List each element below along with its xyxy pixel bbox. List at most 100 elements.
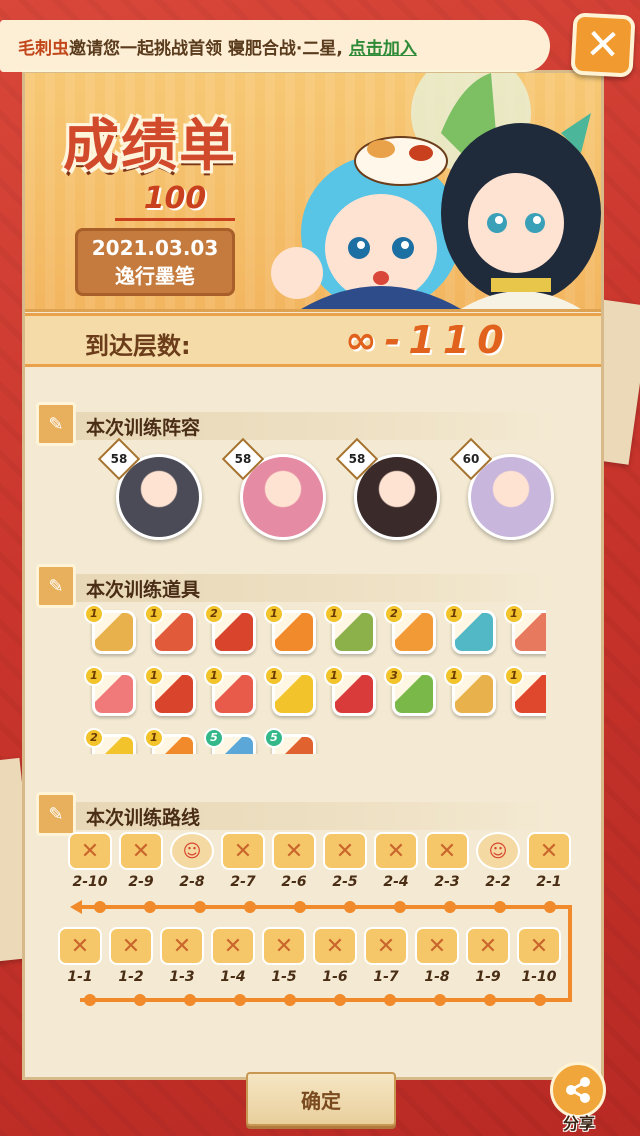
crossed-swords-icon: ✕: [364, 927, 408, 965]
hero-card[interactable]: 58: [97, 437, 202, 544]
item-count: 1: [264, 604, 284, 624]
item-slot[interactable]: 3: [384, 666, 440, 722]
item-count: 1: [504, 666, 524, 686]
pencil-tag-icon: ✎: [36, 564, 76, 608]
item-slot[interactable]: 1: [84, 666, 140, 722]
route-node[interactable]: ✕ 2-6: [268, 832, 320, 902]
hero-level: 58: [234, 452, 252, 466]
route-node[interactable]: ✕ 1-1: [54, 927, 106, 997]
item-slot[interactable]: 1: [144, 728, 200, 754]
route-node[interactable]: ✕ 2-4: [370, 832, 422, 902]
stage-label: 2-10: [72, 874, 108, 890]
item-slot[interactable]: 1: [324, 666, 380, 722]
item-count: 1: [84, 604, 104, 624]
route-section-header: ✎ 本次训练路线: [36, 792, 556, 836]
item-slot[interactable]: 1: [144, 666, 200, 722]
item-count: 1: [324, 604, 344, 624]
route-node[interactable]: ✕ 1-2: [105, 927, 157, 997]
stage-label: 2-2: [485, 874, 511, 890]
stage-label: 2-7: [230, 874, 256, 890]
stage-label: 1-2: [118, 969, 144, 985]
route-node[interactable]: ✕ 2-1: [523, 832, 575, 902]
crossed-swords-icon: ✕: [374, 832, 418, 870]
item-slot[interactable]: 2: [384, 604, 440, 660]
item-slot[interactable]: 1: [324, 604, 380, 660]
item-slot[interactable]: 5: [204, 728, 260, 754]
report-header: 成绩单 100 2021.03.03 逸行墨笔: [25, 73, 601, 312]
crossed-swords-icon: ✕: [211, 927, 255, 965]
score-block: 100: [115, 181, 235, 221]
item-slot[interactable]: 1: [504, 604, 546, 660]
crossed-swords-icon: ✕: [425, 832, 469, 870]
stage-label: 1-5: [271, 969, 297, 985]
crossed-swords-icon: ✕: [415, 927, 459, 965]
share-button[interactable]: 分享: [544, 1062, 614, 1133]
crossed-swords-icon: ✕: [58, 927, 102, 965]
item-count: 1: [444, 666, 464, 686]
item-slot[interactable]: 1: [264, 666, 320, 722]
characters-illustration: [271, 73, 601, 309]
item-count: 1: [444, 604, 464, 624]
item-count: 2: [204, 604, 224, 624]
crossed-swords-icon: ✕: [160, 927, 204, 965]
stage-label: 1-4: [220, 969, 246, 985]
invite-message: 邀请您一起挑战首领 寝肥合战·二星,: [69, 38, 343, 59]
item-slot[interactable]: 1: [444, 604, 500, 660]
route-node[interactable]: ✕ 2-9: [115, 832, 167, 902]
route-node[interactable]: ✕ 2-5: [319, 832, 371, 902]
score-value: 100: [143, 181, 207, 216]
route-node[interactable]: ✕ 2-7: [217, 832, 269, 902]
item-count: 1: [264, 666, 284, 686]
stage-label: 1-1: [67, 969, 93, 985]
crossed-swords-icon: ✕: [109, 927, 153, 965]
route-node[interactable]: ✕ 1-9: [462, 927, 514, 997]
inviter-name: 毛刺虫: [18, 38, 69, 59]
item-slot[interactable]: 5: [264, 728, 320, 754]
crossed-swords-icon: ✕: [119, 832, 163, 870]
item-count: 3: [384, 666, 404, 686]
route-node[interactable]: ✕ 2-10: [64, 832, 116, 902]
route-node[interactable]: ☺ 2-2: [472, 832, 524, 902]
item-slot[interactable]: 1: [204, 666, 260, 722]
stage-label: 2-5: [332, 874, 358, 890]
item-count: 2: [84, 728, 104, 748]
close-icon: ✕: [584, 19, 622, 70]
route-map: ✕ 2-10 ✕ 2-9 ☺ 2-8 ✕ 2-7 ✕ 2-6 ✕ 2-5 ✕ 2-4 ✕ 2-3 ☺ 2-2 ✕ 2-…: [0, 832, 640, 1062]
route-node[interactable]: ✕ 1-3: [156, 927, 208, 997]
crossed-swords-icon: ✕: [527, 832, 571, 870]
route-node[interactable]: ✕ 1-6: [309, 927, 361, 997]
lucky-cat-icon: ☺: [476, 832, 520, 870]
close-button[interactable]: ✕: [570, 12, 636, 78]
join-link[interactable]: 点击加入: [349, 34, 417, 59]
route-node[interactable]: ✕ 1-8: [411, 927, 463, 997]
confirm-button[interactable]: 确定: [246, 1072, 396, 1126]
stage-label: 2-6: [281, 874, 307, 890]
stage-label: 2-4: [383, 874, 409, 890]
item-slot[interactable]: 1: [264, 604, 320, 660]
route-node[interactable]: ✕ 2-3: [421, 832, 473, 902]
item-slot[interactable]: 1: [504, 666, 546, 722]
hero-card[interactable]: 58: [335, 437, 440, 544]
item-slot[interactable]: 2: [84, 728, 140, 754]
route-node[interactable]: ☺ 2-8: [166, 832, 218, 902]
hero-card[interactable]: 60: [449, 437, 554, 544]
route-node[interactable]: ✕ 1-7: [360, 927, 412, 997]
item-slot[interactable]: 1: [144, 604, 200, 660]
item-count: 1: [204, 666, 224, 686]
route-node[interactable]: ✕ 1-10: [513, 927, 565, 997]
crossed-swords-icon: ✕: [272, 832, 316, 870]
route-node[interactable]: ✕ 1-4: [207, 927, 259, 997]
route-node[interactable]: ✕ 1-5: [258, 927, 310, 997]
item-slot[interactable]: 1: [84, 604, 140, 660]
hero-card[interactable]: 58: [221, 437, 326, 544]
items-grid[interactable]: 1 1 2 1 1 2 1 1 1 1 1 1 1 3 1 1 2 1 5 5: [46, 604, 546, 754]
hero-level: 58: [348, 452, 366, 466]
score-underline: [115, 218, 235, 221]
stage-label: 2-8: [179, 874, 205, 890]
item-slot[interactable]: 1: [444, 666, 500, 722]
stage-label: 1-10: [521, 969, 557, 985]
item-slot[interactable]: 2: [204, 604, 260, 660]
crossed-swords-icon: ✕: [221, 832, 265, 870]
share-label: 分享: [562, 1114, 595, 1133]
stage-label: 1-9: [475, 969, 501, 985]
